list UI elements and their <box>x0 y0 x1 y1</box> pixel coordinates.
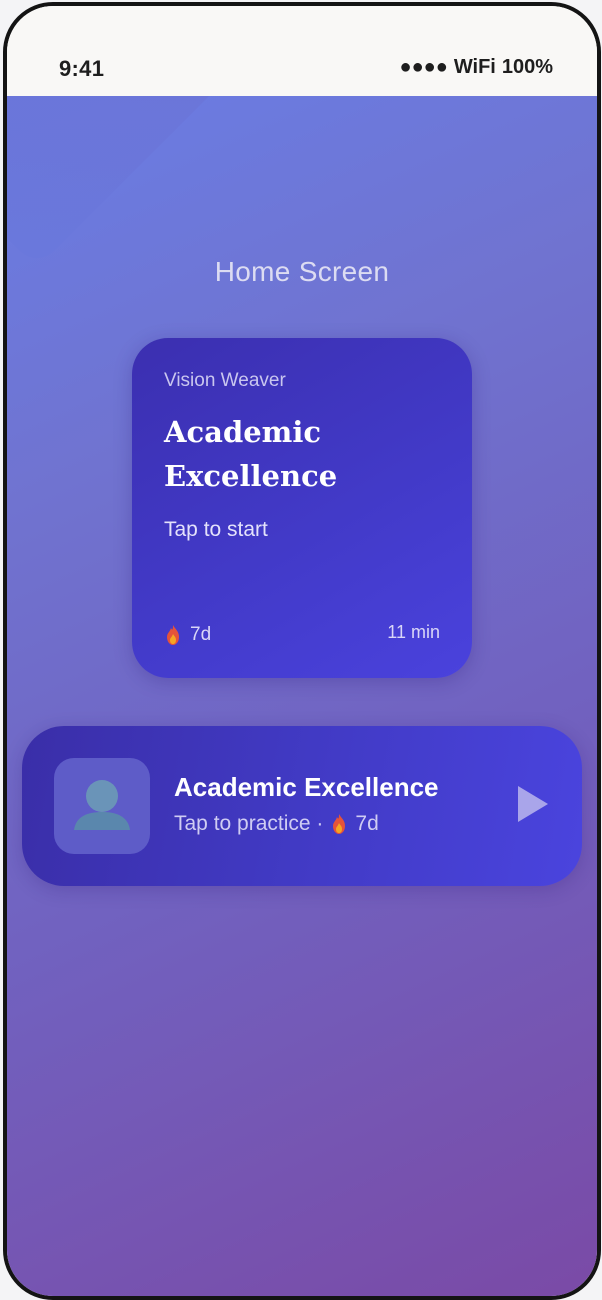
widget-wide-streak: 7d <box>355 812 379 835</box>
avatar <box>54 758 150 854</box>
widget-wide-subtitle: Tap to practice · 7d <box>174 812 379 836</box>
widget-subtitle: Tap to start <box>164 518 268 541</box>
status-indicators: ●●●● WiFi 100% <box>399 56 553 79</box>
widget-title: Academic Excellence <box>164 415 338 493</box>
status-bar: 9:41 ●●●● WiFi 100% <box>7 6 597 96</box>
home-screen: Home Screen Vision Weaver Academic Excel… <box>7 96 597 1296</box>
widget-streak-value: 7d <box>190 624 212 645</box>
phone-frame: 9:41 ●●●● WiFi 100% Home Screen Vision W… <box>3 2 601 1300</box>
play-icon[interactable] <box>518 786 548 822</box>
flame-icon <box>333 814 346 834</box>
decorative-shape <box>7 96 250 269</box>
wifi-label: WiFi <box>453 56 496 78</box>
widget-square[interactable]: Vision Weaver Academic Excellence Tap to… <box>132 338 472 678</box>
page-title: Home Screen <box>214 256 390 287</box>
widget-app-name: Vision Weaver <box>164 370 286 391</box>
person-icon <box>74 780 130 830</box>
widget-duration: 11 min <box>387 622 440 642</box>
status-time: 9:41 <box>59 56 105 81</box>
widget-wide-subtitle-text: Tap to practice · <box>174 812 324 835</box>
flame-icon <box>167 625 179 645</box>
widget-streak: 7d <box>164 624 211 646</box>
battery-level: 100% <box>501 56 553 78</box>
widget-wide-title: Academic Excellence <box>174 772 439 802</box>
widget-wide[interactable]: Academic Excellence Tap to practice · 7d <box>22 726 582 886</box>
signal-icon: ●●●● <box>399 56 448 78</box>
